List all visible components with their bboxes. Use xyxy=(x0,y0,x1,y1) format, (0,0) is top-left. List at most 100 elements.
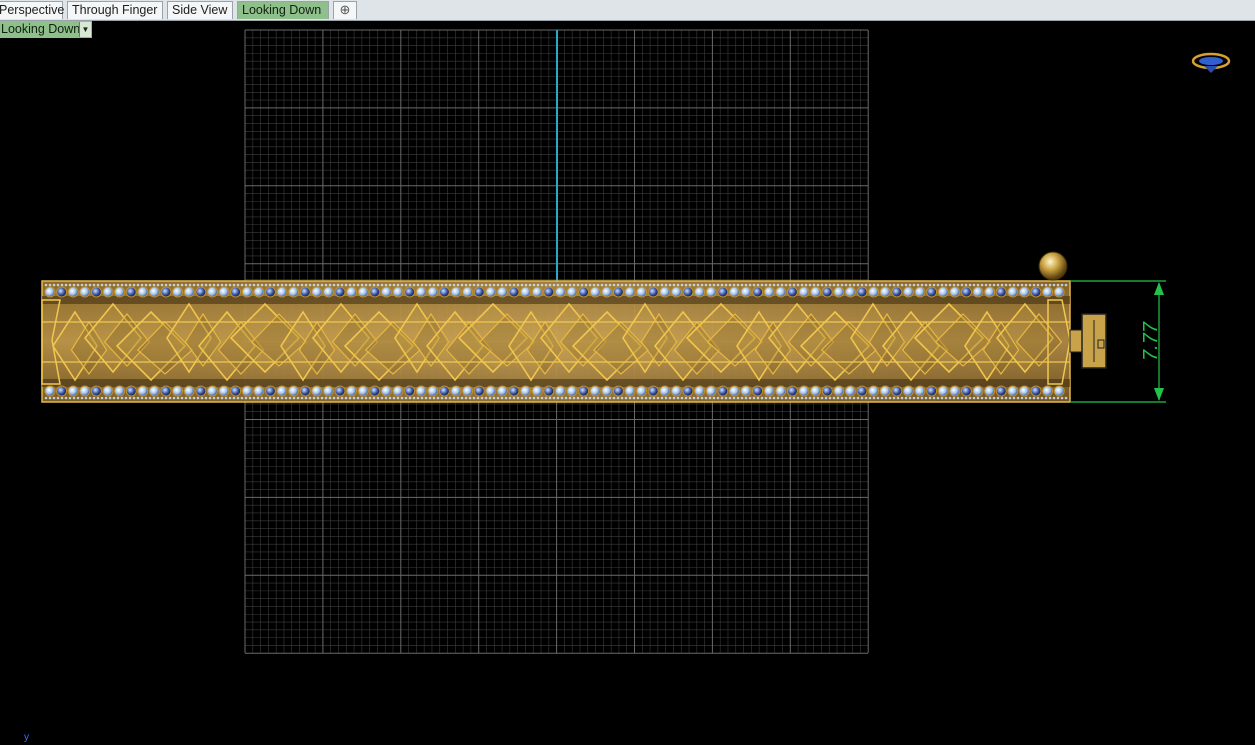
pave-bead xyxy=(520,283,524,287)
gem-stone xyxy=(380,385,392,397)
pave-bead xyxy=(124,283,128,287)
viewport-canvas[interactable] xyxy=(0,0,1255,745)
view-navigation-widget-icon[interactable] xyxy=(1191,52,1231,73)
pave-bead xyxy=(516,283,520,287)
pave-bead xyxy=(896,283,900,287)
pave-bead xyxy=(268,283,272,287)
pave-bead xyxy=(684,396,688,400)
gem-stone xyxy=(520,286,532,298)
gem-stone xyxy=(798,286,810,298)
pave-bead xyxy=(56,283,60,287)
pave-bead xyxy=(692,396,696,400)
pave-bead xyxy=(584,283,588,287)
pave-bead xyxy=(736,396,740,400)
pave-bead xyxy=(604,396,608,400)
gem-stone xyxy=(728,286,740,298)
pave-bead xyxy=(456,283,460,287)
gem-stone xyxy=(612,385,624,397)
pave-bead xyxy=(328,283,332,287)
gem-stone xyxy=(102,286,114,298)
pave-bead xyxy=(668,396,672,400)
gem-stone xyxy=(183,385,195,397)
pave-bead xyxy=(736,283,740,287)
pave-bead xyxy=(88,396,92,400)
pave-bead xyxy=(100,396,104,400)
gem-stone xyxy=(670,385,682,397)
pave-bead xyxy=(628,396,632,400)
gem-stone xyxy=(694,286,706,298)
pave-bead xyxy=(104,396,108,400)
pave-bead xyxy=(348,396,352,400)
pave-bead xyxy=(800,396,804,400)
gem-stone xyxy=(404,385,416,397)
gem-stone xyxy=(56,385,68,397)
pave-bead xyxy=(992,396,996,400)
gem-stone xyxy=(1053,385,1065,397)
pave-bead xyxy=(380,283,384,287)
pave-bead xyxy=(100,283,104,287)
gem-stone xyxy=(369,286,381,298)
pave-bead xyxy=(1032,396,1036,400)
pave-bead xyxy=(452,396,456,400)
pave-bead xyxy=(112,396,116,400)
pave-bead xyxy=(248,283,252,287)
pave-bead xyxy=(448,396,452,400)
pave-bead xyxy=(828,283,832,287)
pave-bead xyxy=(1060,283,1064,287)
gem-stone xyxy=(195,385,207,397)
pave-bead xyxy=(292,396,296,400)
gem-stone xyxy=(473,286,485,298)
pave-bead xyxy=(148,283,152,287)
pave-bead xyxy=(968,396,972,400)
pave-bead xyxy=(496,396,500,400)
gem-stone xyxy=(868,385,880,397)
pave-bead xyxy=(712,396,716,400)
gem-stone xyxy=(148,286,160,298)
pave-bead xyxy=(744,283,748,287)
gem-stone xyxy=(462,385,474,397)
pave-bead xyxy=(320,396,324,400)
pave-bead xyxy=(64,396,68,400)
pave-bead xyxy=(800,283,804,287)
pave-bead xyxy=(792,283,796,287)
pave-bead xyxy=(644,283,648,287)
pave-bead xyxy=(996,283,1000,287)
gem-stone xyxy=(264,385,276,397)
pave-bead xyxy=(324,283,328,287)
pave-bead xyxy=(396,396,400,400)
pave-bead xyxy=(1064,396,1068,400)
pave-bead xyxy=(864,396,868,400)
pave-bead xyxy=(860,283,864,287)
pave-bead xyxy=(668,283,672,287)
pave-bead xyxy=(452,283,456,287)
pave-bead xyxy=(176,396,180,400)
pave-bead xyxy=(352,283,356,287)
pave-bead xyxy=(904,283,908,287)
gem-stone xyxy=(682,286,694,298)
pave-bead xyxy=(356,283,360,287)
pave-bead xyxy=(332,396,336,400)
pave-bead xyxy=(1012,396,1016,400)
pave-bead xyxy=(368,283,372,287)
pave-bead xyxy=(468,283,472,287)
pave-bead xyxy=(956,283,960,287)
gem-stone xyxy=(902,286,914,298)
pave-bead xyxy=(268,396,272,400)
pave-bead xyxy=(816,396,820,400)
gem-stone xyxy=(531,385,543,397)
gem-stone xyxy=(473,385,485,397)
pave-bead xyxy=(924,283,928,287)
gem-stone xyxy=(566,286,578,298)
pave-bead xyxy=(180,396,184,400)
pave-bead xyxy=(144,283,148,287)
gem-stone xyxy=(659,286,671,298)
pave-bead xyxy=(236,283,240,287)
pave-bead xyxy=(872,396,876,400)
pave-bead xyxy=(596,396,600,400)
pave-bead xyxy=(784,283,788,287)
pave-bead xyxy=(592,283,596,287)
pave-bead xyxy=(832,396,836,400)
pave-bead xyxy=(548,396,552,400)
pave-bead xyxy=(292,283,296,287)
pave-bead xyxy=(432,396,436,400)
